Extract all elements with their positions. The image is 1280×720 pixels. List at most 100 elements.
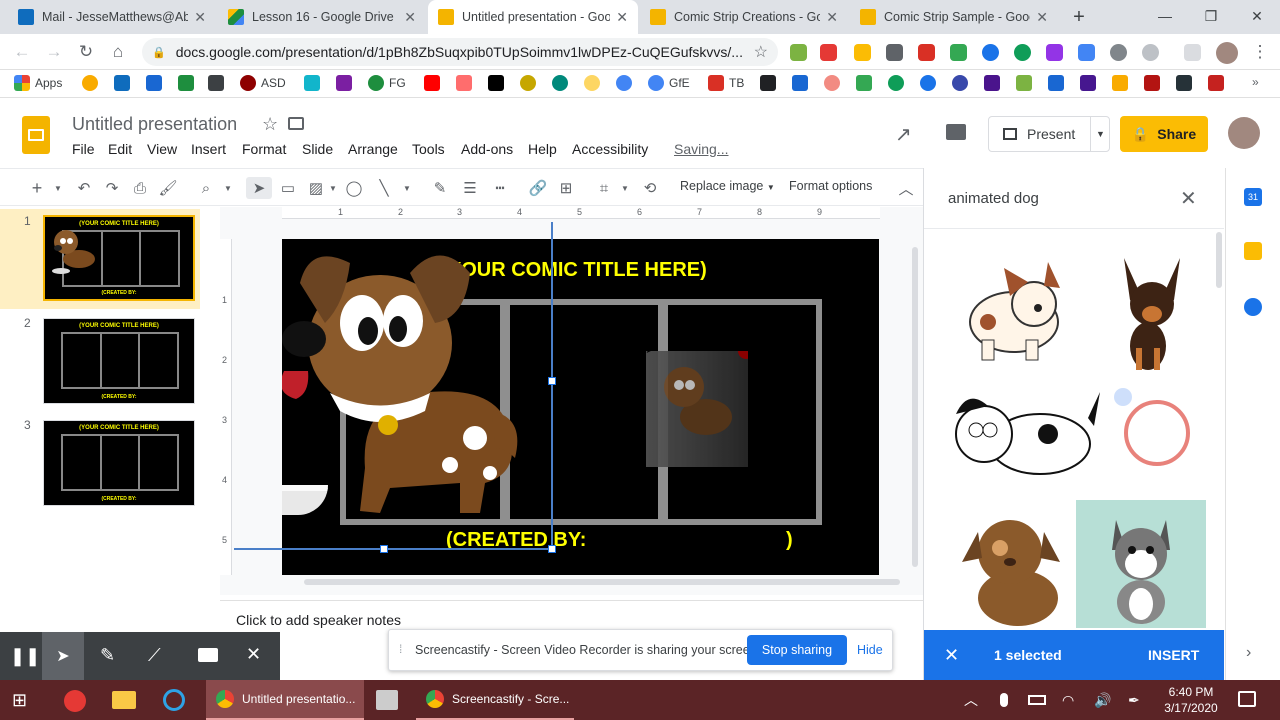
bookmark-item[interactable] xyxy=(984,75,1005,91)
wifi-icon[interactable]: ◠ xyxy=(1062,680,1074,720)
stop-sharing-button[interactable]: Stop sharing xyxy=(747,635,847,665)
extension-icon[interactable] xyxy=(918,44,935,61)
search-result-image[interactable] xyxy=(948,378,1100,498)
search-query[interactable]: animated dog xyxy=(948,190,1039,207)
format-options-button[interactable]: Format options xyxy=(789,179,872,193)
bookmark-item[interactable] xyxy=(1144,75,1165,91)
slide-thumbnail-2[interactable]: (YOUR COMIC TITLE HERE) (CREATED BY: xyxy=(43,318,195,404)
shape-icon[interactable]: ◯ xyxy=(344,177,364,199)
zoom-icon[interactable]: ⌕ xyxy=(196,177,216,199)
expand-panel-icon[interactable]: › xyxy=(1246,644,1251,662)
bookmark-google[interactable] xyxy=(616,75,637,91)
file-explorer-icon[interactable] xyxy=(112,691,136,709)
extension-icon[interactable] xyxy=(1014,44,1031,61)
new-tab-button[interactable]: + xyxy=(1066,4,1092,30)
insert-button[interactable]: INSERT xyxy=(1148,647,1199,663)
replace-image-menu[interactable]: Replace image ▼ xyxy=(680,179,775,193)
vertical-scrollbar[interactable] xyxy=(912,247,918,567)
crop-icon[interactable]: ⌗ xyxy=(594,177,614,199)
google-slides-logo[interactable] xyxy=(22,116,50,154)
menu-insert[interactable]: Insert xyxy=(191,141,226,157)
bookmark-gfe[interactable]: GfE xyxy=(648,75,690,91)
microphone-icon[interactable] xyxy=(1000,693,1008,707)
comment-icon[interactable] xyxy=(946,124,966,140)
app-icon[interactable] xyxy=(376,690,398,710)
close-tab-icon[interactable]: ✕ xyxy=(616,9,628,26)
menu-add-ons[interactable]: Add-ons xyxy=(461,141,513,157)
notifications-icon[interactable] xyxy=(1238,691,1256,707)
extension-icon[interactable] xyxy=(950,44,967,61)
taskbar-app-screencastify[interactable]: Screencastify - Scre... xyxy=(416,680,574,720)
bookmark-star-icon[interactable]: ☆ xyxy=(754,42,768,62)
keep-icon[interactable] xyxy=(1244,242,1262,260)
bookmark-item[interactable] xyxy=(888,75,909,91)
restore-icon[interactable]: ❐ xyxy=(1188,0,1234,32)
bookmark-item[interactable] xyxy=(304,75,325,91)
bookmark-item[interactable] xyxy=(336,75,357,91)
bookmark-item[interactable] xyxy=(1080,75,1101,91)
bookmark-item[interactable] xyxy=(82,75,103,91)
close-tab-icon[interactable]: ✕ xyxy=(404,9,416,26)
border-dash-icon[interactable]: ┅ xyxy=(490,177,510,199)
share-button[interactable]: 🔒 Share xyxy=(1120,116,1208,152)
line-icon[interactable]: ╲ xyxy=(374,177,394,199)
forward-icon[interactable]: → xyxy=(42,40,66,64)
minimize-icon[interactable]: — xyxy=(1142,0,1188,32)
extension-icon[interactable] xyxy=(886,44,903,61)
app-icon[interactable] xyxy=(64,690,86,712)
bookmark-item[interactable] xyxy=(824,75,845,91)
close-panel-icon[interactable]: ✕ xyxy=(1180,186,1197,211)
image-icon[interactable]: ▨ xyxy=(306,177,326,199)
menu-arrange[interactable]: Arrange xyxy=(348,141,398,157)
line-dropdown-icon[interactable]: ▼ xyxy=(402,177,412,199)
present-dropdown-icon[interactable]: ▼ xyxy=(1090,117,1110,151)
border-color-icon[interactable]: ✎ xyxy=(430,177,450,199)
bookmark-item[interactable] xyxy=(1176,75,1197,91)
more-bookmarks-icon[interactable]: » xyxy=(1252,75,1259,89)
pen-workspace-icon[interactable]: ✒ xyxy=(1128,680,1140,720)
extension-icon[interactable] xyxy=(790,44,807,61)
print-icon[interactable]: ⎙ xyxy=(130,177,150,199)
search-result-image[interactable] xyxy=(948,502,1072,628)
omnibox[interactable]: 🔒 docs.google.com/presentation/d/1pBh8Zb… xyxy=(142,38,778,66)
horizontal-scrollbar[interactable] xyxy=(304,579,900,585)
volume-icon[interactable]: 🔊 xyxy=(1094,680,1111,720)
camera-icon[interactable] xyxy=(198,648,218,662)
new-slide-icon[interactable]: + xyxy=(28,177,46,199)
system-clock[interactable]: 6:40 PM 3/17/2020 xyxy=(1160,684,1222,716)
bookmark-item[interactable] xyxy=(760,75,781,91)
drag-handle-icon[interactable]: ⁞ xyxy=(399,642,402,656)
move-folder-icon[interactable] xyxy=(288,117,304,130)
bookmark-item[interactable] xyxy=(1048,75,1069,91)
hide-button[interactable]: Hide xyxy=(857,643,883,657)
bookmark-fg[interactable]: FG xyxy=(368,75,406,91)
close-tab-icon[interactable]: ✕ xyxy=(826,9,838,26)
bookmark-item[interactable] xyxy=(792,75,813,91)
slide-thumbnail-1[interactable]: (YOUR COMIC TITLE HERE) (CREATED BY: xyxy=(43,215,195,301)
menu-accessibility[interactable]: Accessibility xyxy=(572,141,648,157)
tab-drive[interactable]: Lesson 16 - Google Drive ✕ xyxy=(218,0,426,34)
zoom-dropdown-icon[interactable]: ▼ xyxy=(222,177,234,199)
pen-icon[interactable]: ✎ xyxy=(100,645,115,666)
bookmark-item[interactable] xyxy=(146,75,167,91)
bookmark-item[interactable] xyxy=(952,75,973,91)
created-by-closing-paren[interactable]: ) xyxy=(786,529,793,552)
close-tab-icon[interactable]: ✕ xyxy=(1036,9,1048,26)
tab-mail[interactable]: Mail - JesseMatthews@Abi ✕ xyxy=(8,0,216,34)
bookmark-tb[interactable]: TB xyxy=(708,75,744,91)
image-dropdown-icon[interactable]: ▼ xyxy=(328,177,338,199)
link-icon[interactable]: 🔗 xyxy=(528,177,548,199)
windows-start-icon[interactable]: ⊞ xyxy=(12,680,36,720)
undo-icon[interactable]: ↶ xyxy=(74,177,94,199)
search-result-image[interactable] xyxy=(1086,248,1210,372)
bookmark-item[interactable] xyxy=(584,75,605,91)
pause-icon[interactable]: ❚❚ xyxy=(10,646,40,667)
select-tool-icon[interactable]: ➤ xyxy=(246,177,272,199)
paint-format-icon[interactable]: 🖌 xyxy=(158,177,178,199)
mask-dropdown-icon[interactable]: ▼ xyxy=(620,177,630,199)
extension-icon[interactable] xyxy=(854,44,871,61)
border-weight-icon[interactable]: ☰ xyxy=(460,177,480,199)
redo-icon[interactable]: ↷ xyxy=(102,177,122,199)
profile-avatar[interactable] xyxy=(1216,42,1238,64)
bookmark-item[interactable] xyxy=(1016,75,1037,91)
